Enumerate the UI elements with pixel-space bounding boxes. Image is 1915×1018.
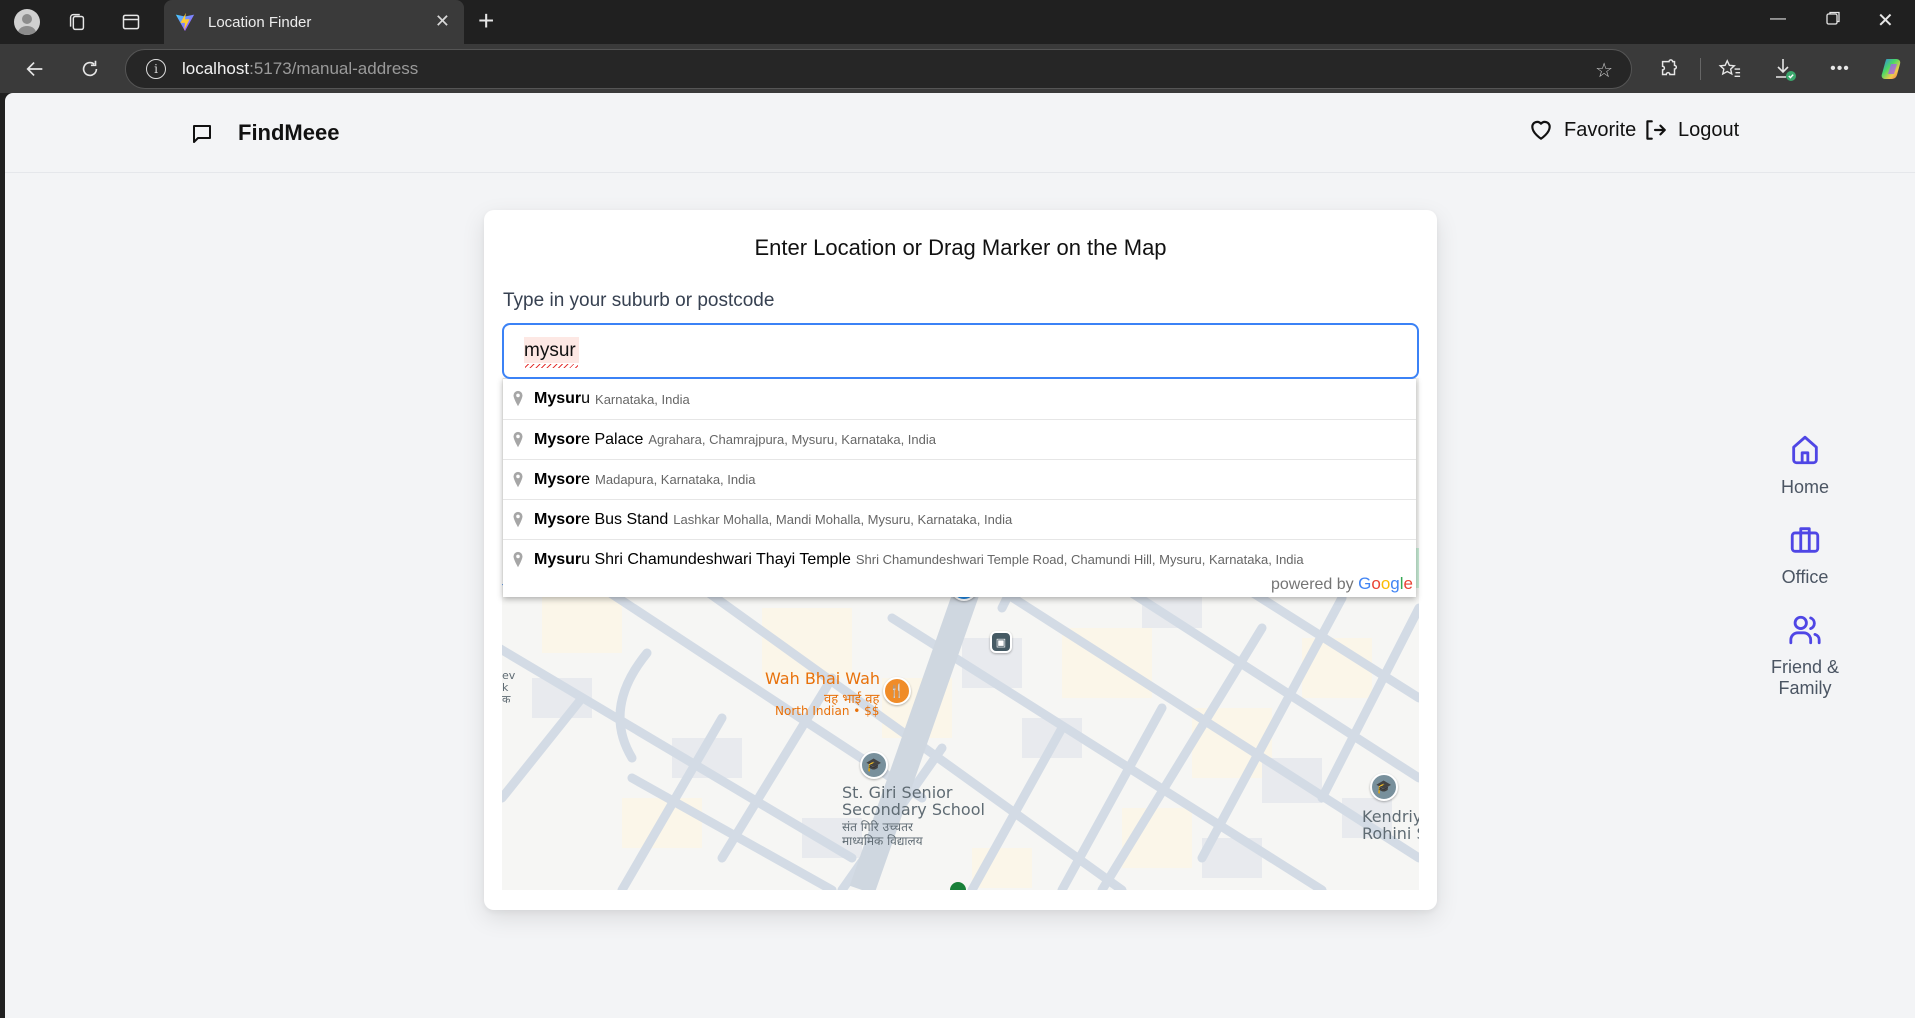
extensions-icon[interactable] [1654,54,1684,84]
map-label-kendriya: KendriyRohini S [1362,807,1419,843]
card-title: Enter Location or Drag Marker on the Map [754,235,1167,260]
new-tab-icon[interactable]: + [478,6,494,36]
autocomplete-dropdown: Mysuru Karnataka, India Mysore Palace Agrah… [503,378,1416,597]
toolbar-divider [1700,58,1701,80]
suggestion-main: Mysore Palace [534,430,644,448]
favorites-icon[interactable] [1715,54,1745,84]
suggestion-secondary: Agrahara, Chamrajpura, Mysuru, Karnataka… [648,432,936,447]
autocomplete-suggestion[interactable]: Mysuru Shri Chamundeshwari Thayi Temple S… [503,539,1416,579]
location-pin-icon [513,471,523,487]
users-icon [1789,615,1821,645]
location-pin-icon [513,390,523,407]
suggestion-main: Mysuru [534,390,591,407]
side-nav-office-label: Office [1781,567,1829,587]
brand-name[interactable]: FindMeee [238,120,339,146]
side-nav-friends-family-label: Friend & Family [1770,657,1840,698]
autocomplete-suggestion[interactable]: Mysore Madapura, Karnataka, India [503,459,1416,499]
location-pin-icon [513,511,523,527]
suggestion-main: Mysore Bus Stand [534,510,669,528]
tab-title: Location Finder [208,13,312,31]
favorite-star-icon[interactable]: ☆ [1595,58,1613,83]
home-icon [1792,435,1818,465]
suggestion-secondary: Karnataka, India [595,391,690,407]
favorite-link[interactable]: Favorite [1528,117,1636,143]
location-pin-icon [513,551,523,567]
map-school-icon-2[interactable]: 🎓 [1370,773,1398,801]
side-nav-home[interactable]: Home [1745,433,1865,498]
restore-icon[interactable] [1825,10,1841,31]
map-label-school: St. Giri Senior Secondary School [842,783,985,819]
app-page: FindMeee Favorite Logout Enter Location … [5,93,1915,1018]
logout-icon [1646,120,1666,140]
autocomplete-suggestion[interactable]: Mysore Bus Stand Lashkar Mohalla, Mandi M… [503,499,1416,539]
autocomplete-suggestion[interactable]: Mysuru Karnataka, India [503,379,1416,419]
suggestion-secondary: Lashkar Mohalla, Mandi Mohalla, Mysuru, … [673,512,1013,527]
workspaces-icon[interactable] [63,8,91,36]
address-bar[interactable]: i localhost:5173/manual-address ☆ [125,49,1632,89]
map-label-restaurant-cuisine: North Indian • $$ [775,704,880,718]
heart-icon [1531,120,1551,140]
logout-label: Logout [1678,118,1740,141]
map-label-restaurant: Wah Bhai Wah [765,669,881,688]
copilot-icon[interactable] [1877,54,1907,84]
suggestion-main: Mysore [534,470,591,488]
location-field-label: Type in your suburb or postcode [503,290,775,311]
powered-by-google: powered by Google [1270,574,1413,593]
map-label-edge: ev k क [502,669,516,706]
refresh-icon[interactable] [75,54,105,84]
more-icon[interactable]: ••• [1825,54,1855,84]
suggestion-secondary: Shri Chamundeshwari Temple Road, Chamund… [855,552,1304,567]
suggestion-main: Mysuru Shri Chamundeshwari Thayi Temple [534,550,851,568]
suggestion-secondary: Madapura, Karnataka, India [595,472,756,487]
back-icon[interactable] [20,54,50,84]
favorite-label: Favorite [1564,118,1637,141]
location-search-input[interactable] [504,325,1417,377]
close-window-icon[interactable]: ✕ [1877,8,1894,33]
map-bus-stop-icon[interactable]: ▣ [990,631,1012,653]
app-header: FindMeee Favorite Logout [5,93,1915,173]
side-nav-home-label: Home [1780,477,1829,497]
autocomplete-suggestion[interactable]: Mysore Palace Agrahara, Chamrajpura, Mysu… [503,419,1416,459]
active-tab[interactable]: Location Finder ✕ [164,0,464,44]
browser-toolbar: i localhost:5173/manual-address ☆ ••• [0,44,1915,93]
browser-tab-bar: Location Finder ✕ + — ✕ [0,0,1915,44]
map-restaurant-icon[interactable]: 🍴 [883,677,911,705]
location-card: Enter Location or Drag Marker on the Map… [484,210,1437,910]
minimize-icon[interactable]: — [1770,10,1786,28]
briefcase-icon [1790,527,1820,553]
map-school-icon[interactable]: 🎓 [860,751,888,779]
close-tab-icon[interactable]: ✕ [435,12,450,30]
logout-link[interactable]: Logout [1642,117,1739,143]
chat-bubble-icon [193,125,211,143]
vite-favicon [175,12,195,32]
downloads-icon[interactable] [1770,54,1800,84]
vertical-tabs-icon[interactable] [117,8,145,36]
location-pin-icon [513,431,523,447]
map-label-school-hindi: संत गिरि उच्चतर माध्यमिक विद्यालय [842,820,923,848]
location-search-field[interactable] [502,323,1419,379]
profile-avatar-icon[interactable] [13,8,41,36]
site-info-icon[interactable]: i [146,59,166,79]
side-nav-office[interactable]: Office [1745,523,1865,588]
url-text: localhost:5173/manual-address [182,59,419,78]
side-nav-friends-family[interactable]: Friend & Family [1745,613,1865,699]
